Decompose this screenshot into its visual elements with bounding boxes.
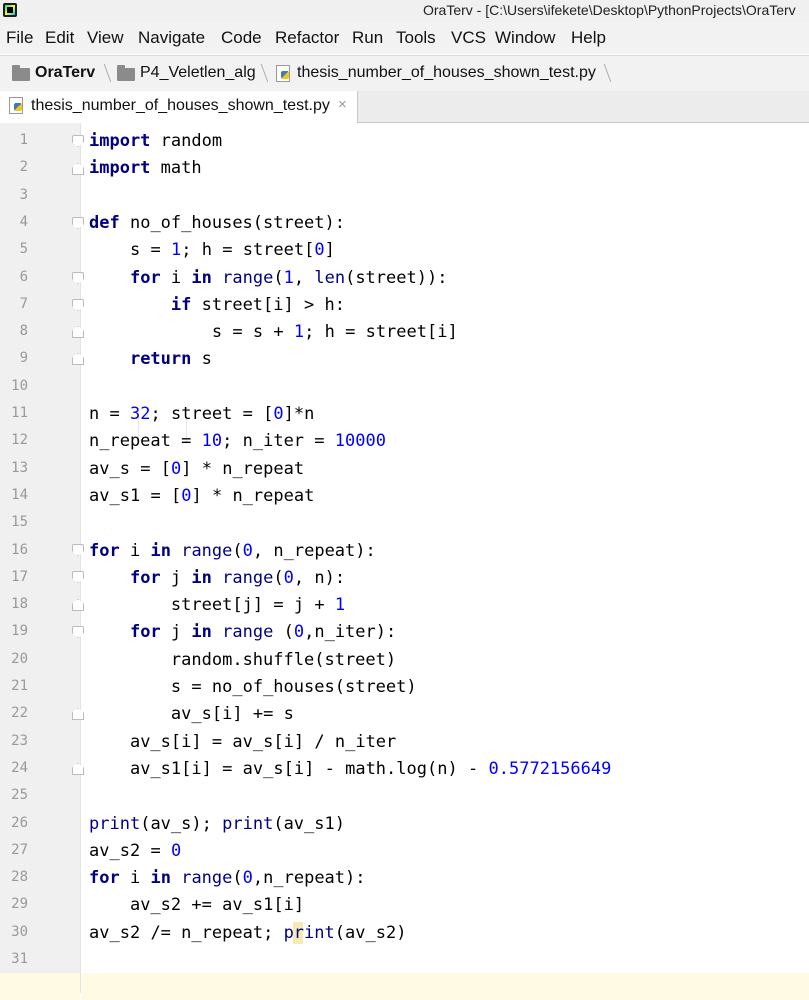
code-line[interactable]: s = s + 1; h = street[i] [89,322,458,342]
code-line[interactable]: av_s = [0] * n_repeat [89,459,304,479]
line-number: 13 [11,459,28,476]
code-editor[interactable]: 1 2 3 4 5 6 7 8 9 10 11 12 13 14 15 16 17 18 19 20 21 22 23 24 2… [0,123,809,1000]
window-title: OraTerv - [C:\Users\ifekete\Desktop\Pyth… [423,2,796,18]
code-line[interactable]: for i in range(0,n_repeat): [89,868,366,888]
code-line[interactable]: av_s[i] += s [89,704,294,724]
line-number: 23 [11,732,28,749]
editor-tabs: thesis_number_of_houses_shown_test.py × [0,91,809,123]
code-line[interactable]: n = 32; street = [0]*n [89,404,314,424]
code-line[interactable]: for i in range(0, n_repeat): [89,541,376,561]
line-number: 3 [19,186,28,203]
line-number: 7 [19,295,28,312]
code-line[interactable]: print(av_s); print(av_s1) [89,814,345,834]
line-number: 29 [11,896,28,913]
code-line[interactable]: av_s1[i] = av_s[i] - math.log(n) - 0.577… [89,759,611,779]
code-line[interactable]: n_repeat = 10; n_iter = 10000 [89,431,386,451]
title-bar: OraTerv - [C:\Users\ifekete\Desktop\Pyth… [0,0,809,22]
menu-view[interactable]: View [87,28,124,48]
current-line-gutter [0,973,80,1000]
line-number: 25 [11,787,28,804]
breadcrumb-file[interactable]: thesis_number_of_houses_shown_test.py [297,64,596,82]
code-line[interactable]: return s [89,349,212,369]
line-number: 14 [11,486,28,503]
code-line[interactable]: av_s[i] = av_s[i] / n_iter [89,732,396,752]
line-number: 15 [11,514,28,531]
code-line[interactable]: av_s2 += av_s1[i] [89,895,304,915]
menu-code[interactable]: Code [221,28,262,48]
menu-window[interactable]: Window [495,28,555,48]
line-number: 30 [11,923,28,940]
code-line[interactable]: for j in range (0,n_iter): [89,622,396,642]
line-number: 19 [11,623,28,640]
breadcrumb-folder[interactable]: P4_Veletlen_alg [140,64,256,82]
menu-help[interactable]: Help [571,28,606,48]
line-number: 26 [11,814,28,831]
code-line[interactable]: random.shuffle(street) [89,650,396,670]
folder-icon [117,65,135,81]
breadcrumb: OraTerv P4_Veletlen_alg thesis_number_of… [0,55,809,92]
code-line[interactable]: av_s2 = 0 [89,841,181,861]
code-line[interactable]: av_s2 /= n_repeat; print(av_s2) [89,923,406,943]
line-number: 27 [11,841,28,858]
code-line[interactable]: street[j] = j + 1 [89,595,345,615]
code-line[interactable]: s = no_of_houses(street) [89,677,417,697]
tab-label: thesis_number_of_houses_shown_test.py [31,97,330,114]
line-number: 12 [11,432,28,449]
current-line-highlight [81,973,809,1000]
line-number: 18 [11,596,28,613]
breadcrumb-separator [94,64,112,82]
line-number: 2 [19,159,28,176]
line-number: 1 [19,132,28,148]
code-line[interactable]: if street[i] > h: [89,295,345,315]
menu-bar: File Edit View Navigate Code Refactor Ru… [0,22,809,54]
code-line[interactable]: for i in range(1, len(street)): [89,268,448,288]
line-number: 4 [19,213,28,230]
line-number: 10 [11,377,28,394]
line-number: 16 [11,541,28,558]
line-number: 22 [11,705,28,722]
line-number: 17 [11,568,28,585]
menu-run[interactable]: Run [352,28,383,48]
line-number: 11 [11,405,28,421]
breadcrumb-project[interactable]: OraTerv [35,64,95,82]
line-number: 21 [11,678,28,694]
line-number: 5 [19,241,28,258]
code-line[interactable]: def no_of_houses(street): [89,213,345,233]
code-line[interactable]: import random [89,131,222,151]
code-line[interactable]: import math [89,158,202,178]
line-gutter[interactable]: 1 2 3 4 5 6 7 8 9 10 11 12 13 14 15 16 17 18 19 20 21 22 23 24 2… [0,123,81,1000]
line-number: 20 [11,650,28,667]
pycharm-icon [3,3,17,17]
python-file-icon [9,97,23,114]
menu-vcs[interactable]: VCS [451,28,486,48]
close-icon[interactable]: × [338,96,347,113]
code-line[interactable]: for j in range(0, n): [89,568,345,588]
code-line[interactable]: av_s1 = [0] * n_repeat [89,486,314,506]
line-number: 31 [11,951,28,967]
menu-navigate[interactable]: Navigate [138,28,205,48]
line-number: 8 [19,323,28,340]
folder-icon [12,65,30,81]
breadcrumb-separator [594,64,612,82]
code-line[interactable]: s = 1; h = street[0] [89,240,335,260]
line-number: 28 [11,869,28,886]
menu-file[interactable]: File [6,28,33,48]
menu-tools[interactable]: Tools [396,28,436,48]
python-file-icon [276,65,290,82]
line-number: 24 [11,759,28,776]
tab-active-file[interactable]: thesis_number_of_houses_shown_test.py × [0,91,358,123]
menu-refactor[interactable]: Refactor [275,28,339,48]
line-number: 6 [19,268,28,285]
menu-edit[interactable]: Edit [45,28,74,48]
line-number: 9 [19,350,28,367]
